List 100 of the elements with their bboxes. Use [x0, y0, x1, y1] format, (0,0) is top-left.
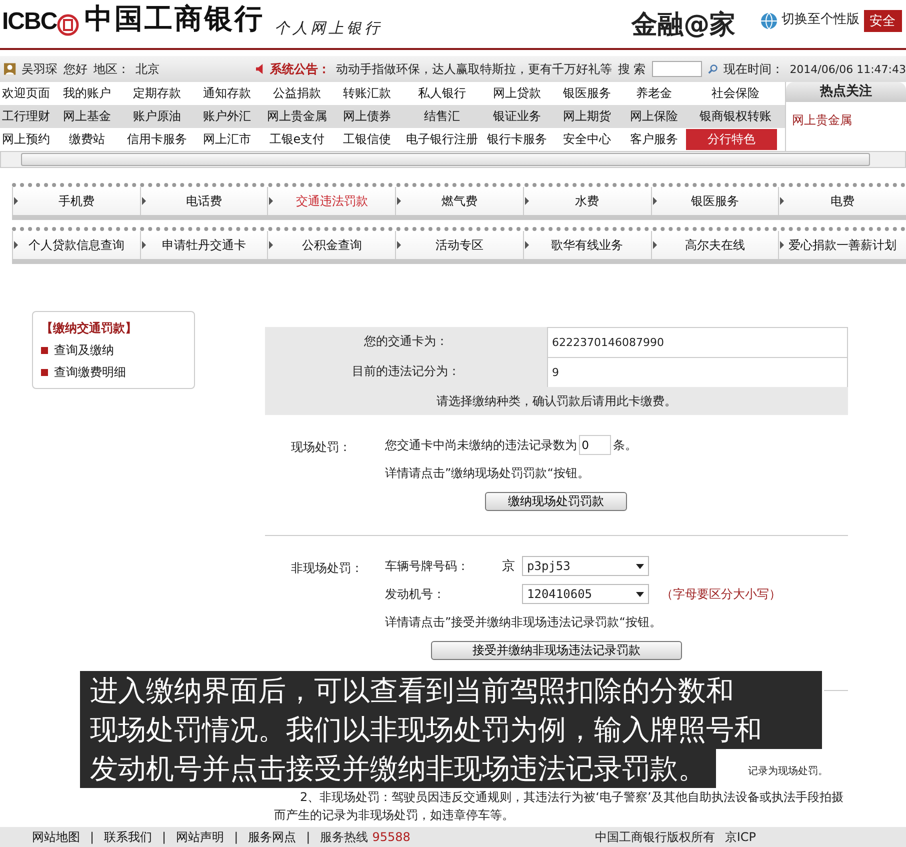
hot-topic-link[interactable]: 网上贵金属: [786, 102, 906, 129]
square-bullet-icon: [41, 369, 48, 376]
footer-link[interactable]: 网站地图: [32, 828, 80, 846]
footer-link[interactable]: 联系我们: [104, 828, 152, 846]
side-menu-link[interactable]: 查询及缴纳: [41, 342, 194, 359]
service-tab[interactable]: 爱心捐款一善薪计划: [778, 231, 906, 259]
triangle-icon: [780, 197, 784, 205]
menu-item[interactable]: 银行卡服务: [482, 128, 552, 151]
notice-text[interactable]: 动动手指做环保，达人赢取特斯拉，更有千万好礼等: [336, 60, 612, 78]
triangle-icon: [524, 197, 529, 205]
triangle-icon: [14, 241, 18, 249]
menu-item[interactable]: 网上债券: [332, 105, 402, 128]
menu-item[interactable]: 网上保险: [622, 105, 686, 128]
service-tab[interactable]: 水费: [522, 187, 651, 215]
menu-item[interactable]: 安全中心: [552, 128, 622, 151]
menu-item[interactable]: 网上贵金属: [262, 105, 332, 128]
globe-icon[interactable]: [760, 12, 778, 30]
service-tab[interactable]: 公积金查询: [267, 231, 396, 259]
greeting: 您好: [64, 60, 88, 78]
square-bullet-icon: [41, 347, 48, 354]
service-tab[interactable]: 电费: [778, 187, 906, 215]
service-tab[interactable]: 燃气费: [395, 187, 523, 215]
note-paragraph: 2、非现场处罚：驾驶员因违反交通规则，其违法行为被‘电子警察’及其他自助执法设备或执法手段拍摄而产生的记录为非现场处罚，如违章停车等。: [274, 789, 844, 824]
separator: |: [90, 830, 94, 844]
menu-item[interactable]: 账户原油: [122, 105, 192, 128]
menu-item[interactable]: 结售汇: [402, 105, 482, 128]
menu-item[interactable]: 转账汇款: [332, 82, 402, 105]
menu-item[interactable]: 网上汇市: [192, 128, 262, 151]
service-tab[interactable]: 申请牡丹交通卡: [140, 231, 268, 259]
menu-item[interactable]: 公益捐款: [262, 82, 332, 105]
search-icon[interactable]: [708, 63, 718, 75]
info-value: 9: [547, 357, 848, 387]
side-menu-title: 【缴纳交通罚款】: [41, 320, 138, 337]
service-tab[interactable]: 歌华有线业务: [522, 231, 651, 259]
menu-item[interactable]: 网上基金: [52, 105, 122, 128]
menu-item[interactable]: 网上预约: [0, 128, 52, 151]
offsite-hint: 详情请点击”接受并缴纳非现场违法记录罚款“按钮。: [385, 614, 662, 630]
case-sensitive-note: （字母要区分大小写）: [661, 586, 781, 602]
current-time: 2014/06/06 11:47:43: [790, 62, 906, 76]
menu-item[interactable]: 社会保险: [686, 82, 785, 105]
count-field[interactable]: 0: [579, 435, 611, 455]
hotline-number: 95588: [372, 830, 410, 844]
hotline-label: 服务热线: [320, 828, 368, 846]
unpaid-count-text: 您交通卡中尚未缴纳的违法记录数为: [385, 436, 577, 454]
triangle-icon: [397, 197, 402, 205]
switch-version-link[interactable]: 切换至个性版: [782, 10, 860, 28]
pay-onsite-fine-button[interactable]: 缴纳现场处罚罚款: [485, 492, 627, 510]
triangle-icon: [780, 241, 784, 249]
service-tab[interactable]: 活动专区: [395, 231, 523, 259]
count-unit: 条。: [613, 436, 637, 454]
triangle-icon: [397, 241, 402, 249]
service-tab[interactable]: 高尔夫在线: [650, 231, 778, 259]
logo-text: ICBC: [2, 8, 57, 36]
menu-item[interactable]: 工银信使: [332, 128, 402, 151]
region: 北京: [136, 60, 160, 78]
region-label: 地区：: [94, 60, 130, 78]
caret-icon: [636, 564, 644, 568]
footer-link[interactable]: 服务网点: [248, 828, 296, 846]
menu-item[interactable]: 私人银行: [402, 82, 482, 105]
info-note: 请选择缴纳种类，确认罚款后请用此卡缴费。: [436, 392, 678, 410]
menu-item[interactable]: 通知存款: [192, 82, 262, 105]
search-field[interactable]: [652, 61, 702, 77]
menu-item[interactable]: 银证业务: [482, 105, 552, 128]
menu-item[interactable]: 客户服务: [622, 128, 686, 151]
pay-offsite-fine-button[interactable]: 接受并缴纳非现场违法记录罚款: [431, 640, 682, 660]
side-menu-link[interactable]: 查询缴费明细: [41, 364, 194, 381]
menu-item[interactable]: 缴费站: [52, 128, 122, 151]
product-name: 个人网上银行: [274, 19, 383, 38]
engine-field[interactable]: 120410605: [522, 584, 649, 604]
menu-item[interactable]: 信用卡服务: [122, 128, 192, 151]
menu-item[interactable]: 银商银权转账: [686, 105, 785, 128]
bank-logo-icon: [56, 14, 79, 36]
service-tab[interactable]: 交通违法罚款: [267, 187, 396, 215]
menu-item[interactable]: 分行特色: [686, 129, 777, 150]
menu-item[interactable]: 工行理财: [0, 105, 52, 128]
triangle-icon: [142, 197, 146, 205]
footer-link[interactable]: 网站声明: [176, 828, 224, 846]
menu-item[interactable]: 账户外汇: [192, 105, 262, 128]
menu-item[interactable]: 养老金: [622, 82, 686, 105]
engine-label: 发动机号：: [385, 586, 446, 602]
service-tab[interactable]: 手机费: [12, 187, 140, 215]
menu-item[interactable]: 电子银行注册: [402, 128, 482, 151]
logout-button[interactable]: 安全: [864, 10, 902, 32]
separator: |: [234, 830, 238, 844]
service-tab[interactable]: 银医服务: [650, 187, 778, 215]
menu-item[interactable]: 定期存款: [122, 82, 192, 105]
menu-item[interactable]: 工银e支付: [262, 128, 332, 151]
menu-item[interactable]: 网上贷款: [482, 82, 552, 105]
plate-field[interactable]: p3pj53: [522, 556, 649, 576]
service-tab[interactable]: 电话费: [140, 187, 268, 215]
menu-item[interactable]: 银医服务: [552, 82, 622, 105]
icp-number: 京ICP: [724, 828, 756, 846]
triangle-icon: [269, 197, 274, 205]
menu-item[interactable]: 网上期货: [552, 105, 622, 128]
user-name: 吴羽琛: [22, 60, 58, 78]
menu-item[interactable]: 欢迎页面: [0, 82, 52, 105]
menu-item[interactable]: 我的账户: [52, 82, 122, 105]
service-tab[interactable]: 个人贷款信息查询: [12, 231, 140, 259]
horizontal-scrollbar[interactable]: [0, 151, 906, 168]
triangle-icon: [652, 241, 657, 249]
